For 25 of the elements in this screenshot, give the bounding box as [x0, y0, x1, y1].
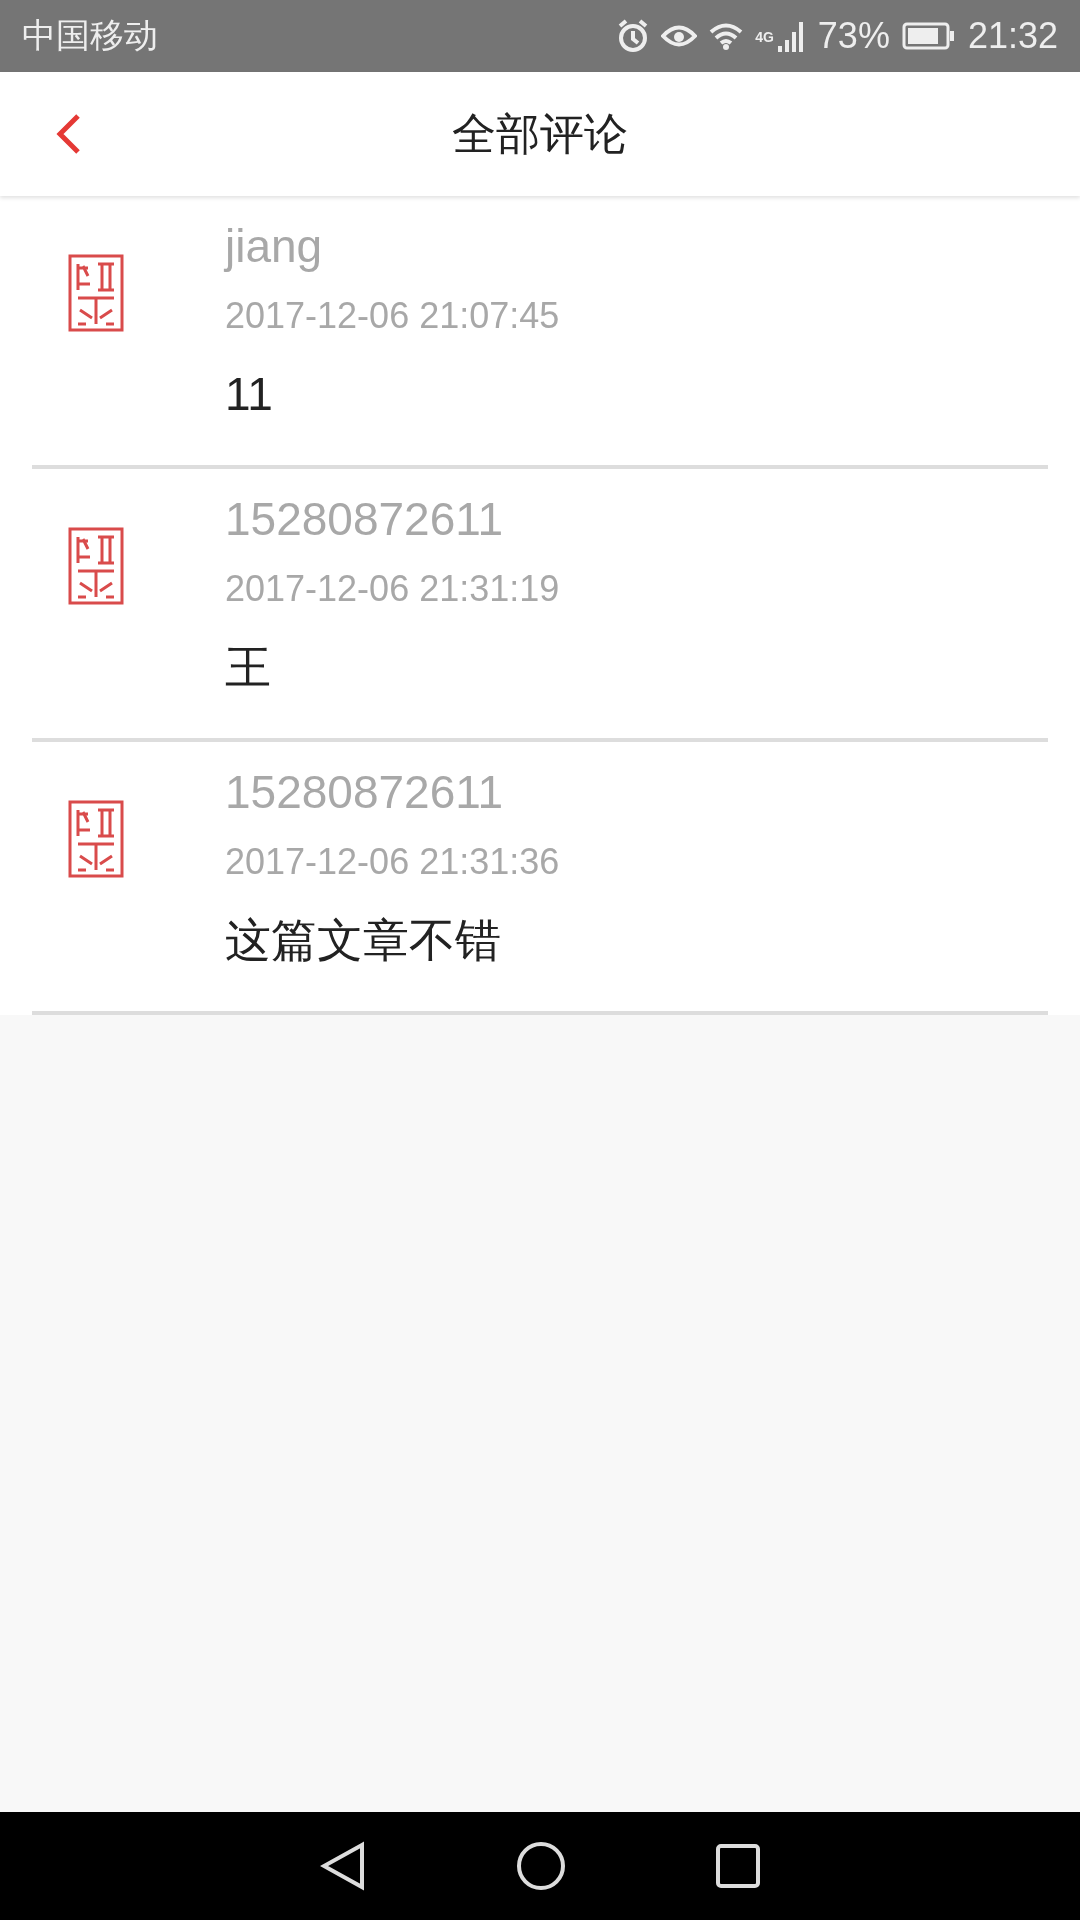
wifi-icon	[709, 22, 744, 50]
home-nav-button[interactable]	[516, 1841, 566, 1891]
comment-time: 2017-12-06 21:07:45	[225, 294, 560, 338]
carrier-name: 中国移动	[22, 15, 158, 56]
comment-text: 王	[225, 640, 272, 695]
clock-time: 21:32	[967, 15, 1058, 57]
comment-author: 15280872611	[225, 492, 504, 547]
seal-logo-icon	[68, 800, 124, 878]
signal-icon	[777, 20, 806, 52]
comment-text: 11	[225, 367, 274, 422]
network-type: 4G	[755, 29, 774, 45]
seal-logo-icon	[68, 254, 124, 332]
alarm-icon	[617, 19, 650, 53]
comment-time: 2017-12-06 21:31:36	[225, 840, 560, 884]
battery-percent: 73%	[817, 15, 890, 57]
comment-time: 2017-12-06 21:31:19	[225, 567, 560, 611]
page-title: 全部评论	[451, 107, 629, 160]
comment-author: 15280872611	[225, 765, 504, 820]
recents-nav-button[interactable]	[716, 1844, 760, 1888]
seal-logo-icon	[68, 527, 124, 605]
comment-author: jiang	[225, 219, 324, 274]
battery-icon	[901, 22, 956, 50]
comment-text: 这篇文章不错	[225, 913, 502, 968]
eye-icon	[661, 23, 698, 49]
back-nav-button[interactable]	[320, 1841, 366, 1891]
